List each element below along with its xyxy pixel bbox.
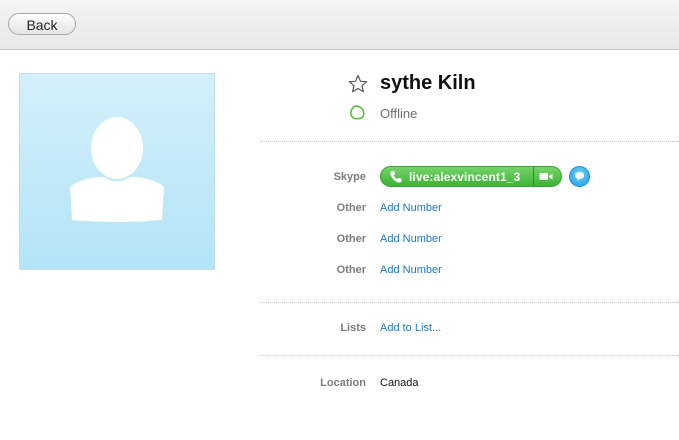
offline-status-icon <box>350 105 365 120</box>
video-camera-icon[interactable] <box>539 171 553 182</box>
avatar <box>19 73 215 270</box>
skype-label: Skype <box>333 171 366 183</box>
skype-call-button[interactable]: live:alexvincent1_3 <box>380 166 562 187</box>
location-label: Location <box>320 377 366 389</box>
contact-name: sythe Kiln <box>380 72 476 94</box>
avatar-silhouette-icon <box>70 117 164 222</box>
phone-label: Other <box>336 233 366 245</box>
add-number-link[interactable]: Add Number <box>380 233 442 245</box>
toolbar: Back <box>0 0 679 50</box>
chat-button[interactable] <box>569 166 590 187</box>
status-text: Offline <box>380 106 418 121</box>
divider <box>260 302 679 303</box>
add-number-link[interactable]: Add Number <box>380 264 442 276</box>
phone-label: Other <box>336 202 366 214</box>
chat-bubble-icon <box>575 172 584 181</box>
lists-label: Lists <box>340 322 366 334</box>
phone-icon <box>390 171 402 183</box>
divider <box>260 355 679 356</box>
add-number-link[interactable]: Add Number <box>380 202 442 214</box>
pill-divider <box>533 167 534 186</box>
location-value: Canada <box>380 377 419 389</box>
phone-label: Other <box>336 264 366 276</box>
add-to-list-link[interactable]: Add to List... <box>380 322 441 334</box>
skype-id: live:alexvincent1_3 <box>409 170 521 184</box>
back-button[interactable]: Back <box>8 13 76 35</box>
divider <box>260 141 679 142</box>
star-icon[interactable] <box>348 74 368 94</box>
